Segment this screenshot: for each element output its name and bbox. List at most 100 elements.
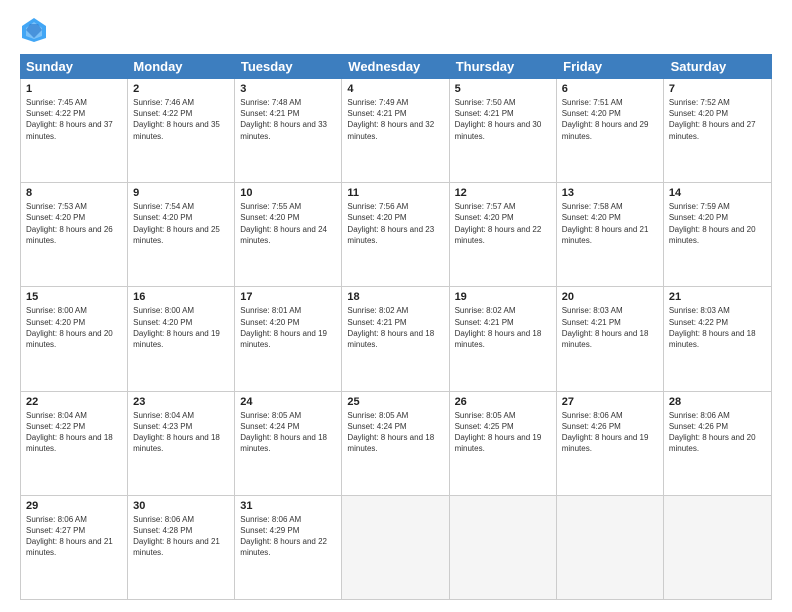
cell-info: Sunrise: 7:57 AM Sunset: 4:20 PM Dayligh… [455,201,551,246]
calendar-cell: 16 Sunrise: 8:00 AM Sunset: 4:20 PM Dayl… [128,287,235,390]
day-number: 3 [240,83,336,95]
header [20,16,772,44]
cell-info: Sunrise: 8:06 AM Sunset: 4:26 PM Dayligh… [669,410,766,455]
calendar-body: 1 Sunrise: 7:45 AM Sunset: 4:22 PM Dayli… [20,79,772,600]
cell-info: Sunrise: 8:00 AM Sunset: 4:20 PM Dayligh… [133,305,229,350]
day-number: 27 [562,396,658,408]
calendar-cell: 5 Sunrise: 7:50 AM Sunset: 4:21 PM Dayli… [450,79,557,182]
weekday-header: Monday [127,54,234,79]
calendar-cell: 8 Sunrise: 7:53 AM Sunset: 4:20 PM Dayli… [21,183,128,286]
cell-info: Sunrise: 7:48 AM Sunset: 4:21 PM Dayligh… [240,97,336,142]
cell-info: Sunrise: 8:05 AM Sunset: 4:24 PM Dayligh… [347,410,443,455]
weekday-header: Wednesday [342,54,449,79]
day-number: 19 [455,291,551,303]
weekday-header: Tuesday [235,54,342,79]
calendar-cell: 2 Sunrise: 7:46 AM Sunset: 4:22 PM Dayli… [128,79,235,182]
day-number: 6 [562,83,658,95]
calendar-cell: 7 Sunrise: 7:52 AM Sunset: 4:20 PM Dayli… [664,79,771,182]
cell-info: Sunrise: 8:05 AM Sunset: 4:24 PM Dayligh… [240,410,336,455]
calendar: SundayMondayTuesdayWednesdayThursdayFrid… [20,54,772,600]
cell-info: Sunrise: 8:06 AM Sunset: 4:29 PM Dayligh… [240,514,336,559]
cell-info: Sunrise: 7:46 AM Sunset: 4:22 PM Dayligh… [133,97,229,142]
day-number: 29 [26,500,122,512]
cell-info: Sunrise: 8:04 AM Sunset: 4:23 PM Dayligh… [133,410,229,455]
cell-info: Sunrise: 8:06 AM Sunset: 4:27 PM Dayligh… [26,514,122,559]
calendar-cell: 18 Sunrise: 8:02 AM Sunset: 4:21 PM Dayl… [342,287,449,390]
calendar-cell: 21 Sunrise: 8:03 AM Sunset: 4:22 PM Dayl… [664,287,771,390]
calendar-cell: 26 Sunrise: 8:05 AM Sunset: 4:25 PM Dayl… [450,392,557,495]
day-number: 26 [455,396,551,408]
cell-info: Sunrise: 7:45 AM Sunset: 4:22 PM Dayligh… [26,97,122,142]
weekday-header: Saturday [665,54,772,79]
day-number: 12 [455,187,551,199]
calendar-row: 29 Sunrise: 8:06 AM Sunset: 4:27 PM Dayl… [21,496,771,599]
calendar-cell: 31 Sunrise: 8:06 AM Sunset: 4:29 PM Dayl… [235,496,342,599]
calendar-cell: 28 Sunrise: 8:06 AM Sunset: 4:26 PM Dayl… [664,392,771,495]
cell-info: Sunrise: 8:04 AM Sunset: 4:22 PM Dayligh… [26,410,122,455]
calendar-cell [557,496,664,599]
cell-info: Sunrise: 7:50 AM Sunset: 4:21 PM Dayligh… [455,97,551,142]
cell-info: Sunrise: 8:06 AM Sunset: 4:26 PM Dayligh… [562,410,658,455]
calendar-row: 22 Sunrise: 8:04 AM Sunset: 4:22 PM Dayl… [21,392,771,496]
calendar-cell: 3 Sunrise: 7:48 AM Sunset: 4:21 PM Dayli… [235,79,342,182]
calendar-cell: 19 Sunrise: 8:02 AM Sunset: 4:21 PM Dayl… [450,287,557,390]
calendar-cell: 27 Sunrise: 8:06 AM Sunset: 4:26 PM Dayl… [557,392,664,495]
calendar-cell [664,496,771,599]
calendar-cell: 23 Sunrise: 8:04 AM Sunset: 4:23 PM Dayl… [128,392,235,495]
day-number: 15 [26,291,122,303]
day-number: 25 [347,396,443,408]
calendar-row: 8 Sunrise: 7:53 AM Sunset: 4:20 PM Dayli… [21,183,771,287]
cell-info: Sunrise: 7:56 AM Sunset: 4:20 PM Dayligh… [347,201,443,246]
calendar-cell: 30 Sunrise: 8:06 AM Sunset: 4:28 PM Dayl… [128,496,235,599]
calendar-row: 1 Sunrise: 7:45 AM Sunset: 4:22 PM Dayli… [21,79,771,183]
calendar-cell: 6 Sunrise: 7:51 AM Sunset: 4:20 PM Dayli… [557,79,664,182]
weekday-header: Thursday [450,54,557,79]
calendar-cell: 22 Sunrise: 8:04 AM Sunset: 4:22 PM Dayl… [21,392,128,495]
day-number: 2 [133,83,229,95]
cell-info: Sunrise: 7:52 AM Sunset: 4:20 PM Dayligh… [669,97,766,142]
day-number: 10 [240,187,336,199]
day-number: 23 [133,396,229,408]
cell-info: Sunrise: 8:03 AM Sunset: 4:22 PM Dayligh… [669,305,766,350]
calendar-cell: 29 Sunrise: 8:06 AM Sunset: 4:27 PM Dayl… [21,496,128,599]
day-number: 4 [347,83,443,95]
calendar-cell: 13 Sunrise: 7:58 AM Sunset: 4:20 PM Dayl… [557,183,664,286]
cell-info: Sunrise: 7:59 AM Sunset: 4:20 PM Dayligh… [669,201,766,246]
calendar-cell: 9 Sunrise: 7:54 AM Sunset: 4:20 PM Dayli… [128,183,235,286]
day-number: 28 [669,396,766,408]
calendar-row: 15 Sunrise: 8:00 AM Sunset: 4:20 PM Dayl… [21,287,771,391]
cell-info: Sunrise: 8:01 AM Sunset: 4:20 PM Dayligh… [240,305,336,350]
day-number: 30 [133,500,229,512]
day-number: 31 [240,500,336,512]
calendar-cell: 17 Sunrise: 8:01 AM Sunset: 4:20 PM Dayl… [235,287,342,390]
calendar-cell [450,496,557,599]
calendar-cell: 20 Sunrise: 8:03 AM Sunset: 4:21 PM Dayl… [557,287,664,390]
day-number: 8 [26,187,122,199]
day-number: 21 [669,291,766,303]
day-number: 13 [562,187,658,199]
day-number: 9 [133,187,229,199]
calendar-cell: 4 Sunrise: 7:49 AM Sunset: 4:21 PM Dayli… [342,79,449,182]
logo-icon [20,16,48,44]
weekday-header: Sunday [20,54,127,79]
calendar-cell: 24 Sunrise: 8:05 AM Sunset: 4:24 PM Dayl… [235,392,342,495]
day-number: 1 [26,83,122,95]
cell-info: Sunrise: 8:06 AM Sunset: 4:28 PM Dayligh… [133,514,229,559]
calendar-cell [342,496,449,599]
cell-info: Sunrise: 8:05 AM Sunset: 4:25 PM Dayligh… [455,410,551,455]
day-number: 14 [669,187,766,199]
cell-info: Sunrise: 8:02 AM Sunset: 4:21 PM Dayligh… [347,305,443,350]
day-number: 5 [455,83,551,95]
calendar-cell: 14 Sunrise: 7:59 AM Sunset: 4:20 PM Dayl… [664,183,771,286]
day-number: 11 [347,187,443,199]
calendar-header: SundayMondayTuesdayWednesdayThursdayFrid… [20,54,772,79]
cell-info: Sunrise: 7:49 AM Sunset: 4:21 PM Dayligh… [347,97,443,142]
calendar-cell: 10 Sunrise: 7:55 AM Sunset: 4:20 PM Dayl… [235,183,342,286]
cell-info: Sunrise: 8:03 AM Sunset: 4:21 PM Dayligh… [562,305,658,350]
day-number: 7 [669,83,766,95]
cell-info: Sunrise: 8:02 AM Sunset: 4:21 PM Dayligh… [455,305,551,350]
calendar-cell: 15 Sunrise: 8:00 AM Sunset: 4:20 PM Dayl… [21,287,128,390]
cell-info: Sunrise: 8:00 AM Sunset: 4:20 PM Dayligh… [26,305,122,350]
cell-info: Sunrise: 7:58 AM Sunset: 4:20 PM Dayligh… [562,201,658,246]
cell-info: Sunrise: 7:51 AM Sunset: 4:20 PM Dayligh… [562,97,658,142]
